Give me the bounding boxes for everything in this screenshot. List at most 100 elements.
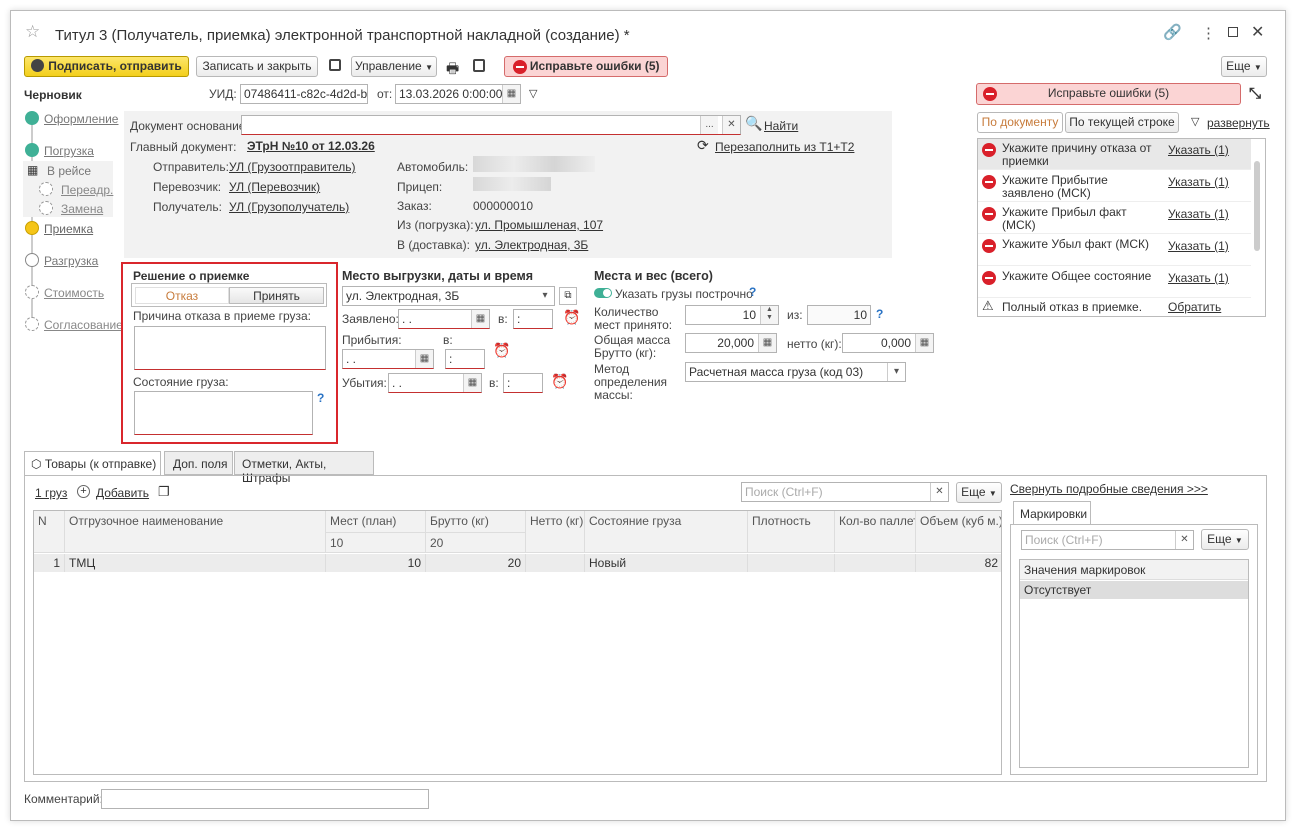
by-row-tab[interactable]: По текущей строке — [1065, 112, 1179, 133]
refresh-icon[interactable]: ⟳ — [697, 137, 709, 154]
carrier-link[interactable]: УЛ (Перевозчик) — [229, 180, 320, 194]
declared-date-field[interactable]: . . ▦ — [398, 309, 490, 329]
add-link[interactable]: Добавить — [96, 486, 149, 500]
more-vertical-icon[interactable]: ⋮ — [1201, 24, 1216, 42]
calendar-icon[interactable]: ▦ — [463, 374, 481, 392]
comment-field[interactable] — [101, 789, 429, 809]
declared-time-field[interactable]: : — [513, 309, 553, 329]
net-field[interactable]: 0,000 ▦ — [842, 333, 934, 353]
departed-date-field[interactable]: . . ▦ — [388, 373, 482, 393]
clock-icon[interactable]: ⏰ — [563, 309, 580, 326]
arrived-time-field[interactable]: : — [445, 349, 485, 369]
marks-more-button[interactable]: Еще ▼ — [1201, 529, 1249, 550]
fix-errors-button[interactable]: Исправьте ошибки (5) — [504, 56, 668, 77]
to-link[interactable]: ул. Электродная, 3Б — [475, 238, 588, 252]
error-action-link[interactable]: Указать (1) — [1168, 175, 1229, 189]
refill-link[interactable]: Перезаполнить из Т1+Т2 — [715, 140, 854, 154]
tab-marks-acts[interactable]: Отметки, Акты, Штрафы — [234, 451, 374, 485]
step-readdress[interactable]: Переадр. — [61, 183, 113, 197]
maximize-icon[interactable] — [1228, 27, 1238, 37]
collapse-details-link[interactable]: Свернуть подробные сведения >>> — [1010, 482, 1208, 496]
chevron-down-icon[interactable]: ▾ — [887, 363, 905, 381]
accept-option[interactable]: Принять — [229, 287, 324, 304]
clock-icon[interactable]: ⏰ — [493, 342, 510, 359]
calculator-icon[interactable]: ▦ — [758, 334, 776, 352]
method-select[interactable]: Расчетная масса груза (код 03) ▾ — [685, 362, 906, 382]
receiver-link[interactable]: УЛ (Грузополучатель) — [229, 200, 349, 214]
step-cost[interactable]: Стоимость — [44, 286, 104, 300]
save-icon[interactable] — [329, 59, 341, 71]
errors-scrollbar[interactable] — [1254, 161, 1260, 251]
step-approval[interactable]: Согласование — [44, 318, 123, 332]
more-button[interactable]: Еще ▼ — [1221, 56, 1267, 77]
clear-icon[interactable]: ✕ — [722, 116, 740, 134]
reason-textarea[interactable] — [134, 326, 326, 370]
step-pogruzka[interactable]: Погрузка — [44, 144, 94, 158]
column-header[interactable]: Отгрузочное наименование — [65, 511, 326, 553]
step-replace[interactable]: Замена — [61, 202, 103, 216]
save-close-button[interactable]: Записать и закрыть — [196, 56, 318, 77]
calculator-icon[interactable]: ▦ — [915, 334, 933, 352]
calendar-icon[interactable]: ▦ — [415, 350, 433, 368]
tab-extra-fields[interactable]: Доп. поля — [164, 451, 233, 475]
error-action-link[interactable]: Указать (1) — [1168, 143, 1229, 157]
help-icon[interactable]: ? — [876, 307, 883, 321]
collapse-icon[interactable]: ⤡ — [1249, 85, 1261, 102]
manage-dropdown[interactable]: Управление ▼ — [351, 56, 437, 77]
clear-icon[interactable]: ✕ — [930, 483, 948, 501]
close-icon[interactable]: ✕ — [1251, 22, 1264, 42]
copy-icon[interactable]: ❐ — [158, 484, 170, 500]
warning-action-link[interactable]: Обратить — [1168, 300, 1221, 314]
reject-option[interactable]: Отказ — [135, 287, 229, 304]
column-header[interactable]: Объем (куб м.) — [916, 511, 1001, 553]
marks-search-input[interactable]: Поиск (Ctrl+F) ✕ — [1021, 530, 1194, 550]
main-doc-link[interactable]: ЭТрН №10 от 12.03.26 — [247, 139, 375, 153]
select-button[interactable]: ... — [700, 116, 718, 134]
marks-value-row[interactable]: Отсутствует — [1020, 581, 1248, 599]
state-textarea[interactable] — [134, 391, 313, 435]
step-oformlenie[interactable]: Оформление — [44, 112, 118, 126]
calendar-icon[interactable]: ▦ — [502, 85, 520, 103]
open-icon[interactable]: ⧉ — [559, 287, 577, 305]
help-icon[interactable]: ? — [317, 391, 324, 405]
error-action-link[interactable]: Указать (1) — [1168, 207, 1229, 221]
column-header[interactable]: Плотность — [748, 511, 835, 553]
by-document-tab[interactable]: По документу — [977, 112, 1063, 133]
column-header[interactable]: Кол-во паллет — [835, 511, 916, 553]
column-header[interactable]: Состояние груза — [585, 511, 748, 553]
arrived-date-field[interactable]: . . ▦ — [342, 349, 434, 369]
help-icon[interactable]: ? — [749, 285, 756, 299]
tab-goods[interactable]: ⬡ Товары (к отправке) — [24, 451, 161, 476]
print-icon[interactable]: 🖶 — [446, 58, 459, 82]
chevron-down-icon[interactable]: ▾ — [536, 287, 554, 305]
error-action-link[interactable]: Указать (1) — [1168, 239, 1229, 253]
favorite-star-icon[interactable]: ☆ — [25, 22, 40, 42]
filter-icon[interactable]: ▽ — [529, 87, 537, 100]
spin-icon[interactable]: ▲ ▼ — [760, 306, 778, 324]
uid-field[interactable]: 07486411-c82c-4d2d-b69 — [240, 84, 368, 104]
per-line-toggle[interactable] — [594, 288, 612, 298]
gross-field[interactable]: 20,000 ▦ — [685, 333, 777, 353]
calendar-icon[interactable]: ▦ — [471, 310, 489, 328]
departed-time-field[interactable]: : — [503, 373, 543, 393]
clock-icon[interactable]: ⏰ — [551, 373, 568, 390]
structure-icon[interactable] — [473, 59, 485, 72]
date-field[interactable]: 13.03.2026 0:00:00 ▦ — [395, 84, 521, 104]
column-header[interactable]: Нетто (кг) — [526, 511, 585, 553]
goods-more-button[interactable]: Еще ▼ — [956, 482, 1002, 503]
step-priemka[interactable]: Приемка — [44, 222, 93, 236]
clear-icon[interactable]: ✕ — [1175, 531, 1193, 549]
column-header[interactable]: N — [34, 511, 65, 553]
count-field[interactable]: 10 ▲ ▼ — [685, 305, 779, 325]
step-razgruzka[interactable]: Разгрузка — [44, 254, 98, 268]
unload-place-field[interactable]: ул. Электродная, 3Б ▾ — [342, 286, 555, 306]
find-link[interactable]: Найти — [764, 119, 798, 133]
expand-link[interactable]: развернуть — [1207, 116, 1270, 130]
error-action-link[interactable]: Указать (1) — [1168, 271, 1229, 285]
errors-fix-button[interactable]: Исправьте ошибки (5) — [976, 83, 1241, 105]
link-icon[interactable]: 🔗 — [1163, 23, 1182, 41]
add-icon[interactable]: + — [77, 485, 90, 498]
marks-tab[interactable]: Маркировки — [1013, 501, 1091, 525]
base-doc-field[interactable]: ... ✕ — [241, 115, 741, 135]
sender-link[interactable]: УЛ (Грузоотправитель) — [229, 160, 356, 174]
